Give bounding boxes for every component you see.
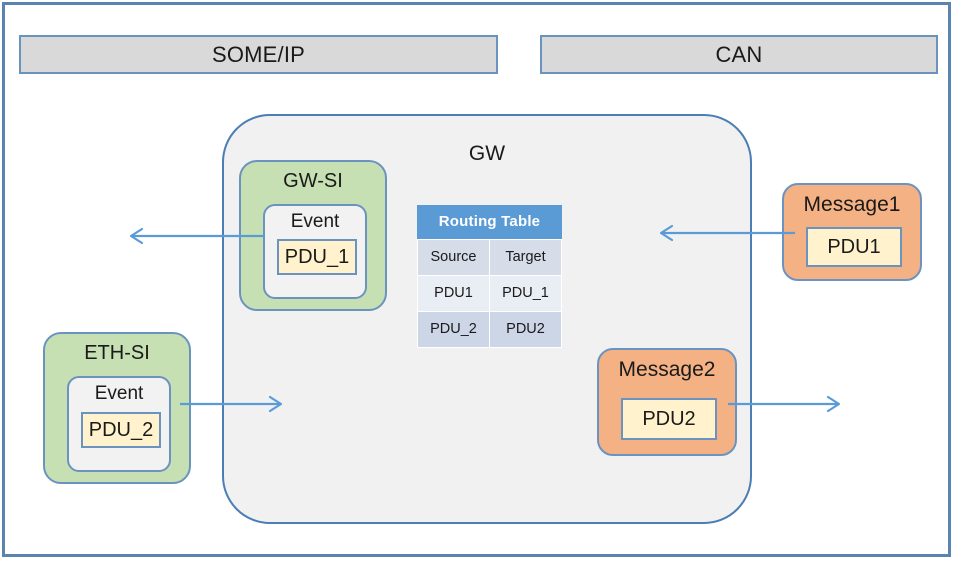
routing-table-column-source: Source bbox=[417, 239, 490, 276]
message-label-message1: Message1 bbox=[803, 193, 901, 216]
routing-cell-target: PDU2 bbox=[489, 311, 562, 348]
pdu-box-message1: PDU1 bbox=[806, 227, 902, 267]
routing-cell-target: PDU_1 bbox=[489, 275, 562, 312]
pdu-box-message2: PDU2 bbox=[621, 398, 717, 440]
protocol-banner-can-label: CAN bbox=[715, 41, 763, 67]
message-box-message2: Message2 PDU2 bbox=[597, 348, 737, 456]
routing-cell-source: PDU1 bbox=[417, 275, 490, 312]
service-interface-eth-si: ETH-SI Event PDU_2 bbox=[43, 332, 191, 484]
routing-table-title: Routing Table bbox=[417, 205, 562, 239]
message-label-message2: Message2 bbox=[618, 358, 716, 381]
protocol-banner-someip: SOME/IP bbox=[19, 35, 498, 74]
pdu-box-eth-si: PDU_2 bbox=[81, 412, 161, 448]
event-label-gw-si: Event bbox=[290, 211, 340, 232]
protocol-banner-can: CAN bbox=[540, 35, 938, 74]
pdu-box-gw-si: PDU_1 bbox=[277, 239, 357, 275]
message-box-message1: Message1 PDU1 bbox=[782, 183, 922, 281]
service-interface-gw-si-label: GW-SI bbox=[283, 170, 343, 192]
service-interface-eth-si-label: ETH-SI bbox=[84, 342, 150, 364]
event-label-eth-si: Event bbox=[94, 383, 144, 404]
routing-table-column-target: Target bbox=[489, 239, 562, 276]
diagram-canvas: SOME/IP CAN GW GW-SI Event PDU_1 ETH-SI … bbox=[0, 0, 955, 561]
routing-table-header-row: Source Target bbox=[417, 239, 562, 276]
table-row: PDU_2 PDU2 bbox=[417, 311, 562, 348]
event-box-gw-si: Event PDU_1 bbox=[263, 204, 367, 299]
service-interface-gw-si: GW-SI Event PDU_1 bbox=[239, 160, 387, 311]
routing-cell-source: PDU_2 bbox=[417, 311, 490, 348]
event-box-eth-si: Event PDU_2 bbox=[67, 376, 171, 472]
routing-table: Routing Table Source Target PDU1 PDU_1 P… bbox=[417, 205, 562, 348]
table-row: PDU1 PDU_1 bbox=[417, 275, 562, 312]
protocol-banner-someip-label: SOME/IP bbox=[211, 41, 306, 67]
